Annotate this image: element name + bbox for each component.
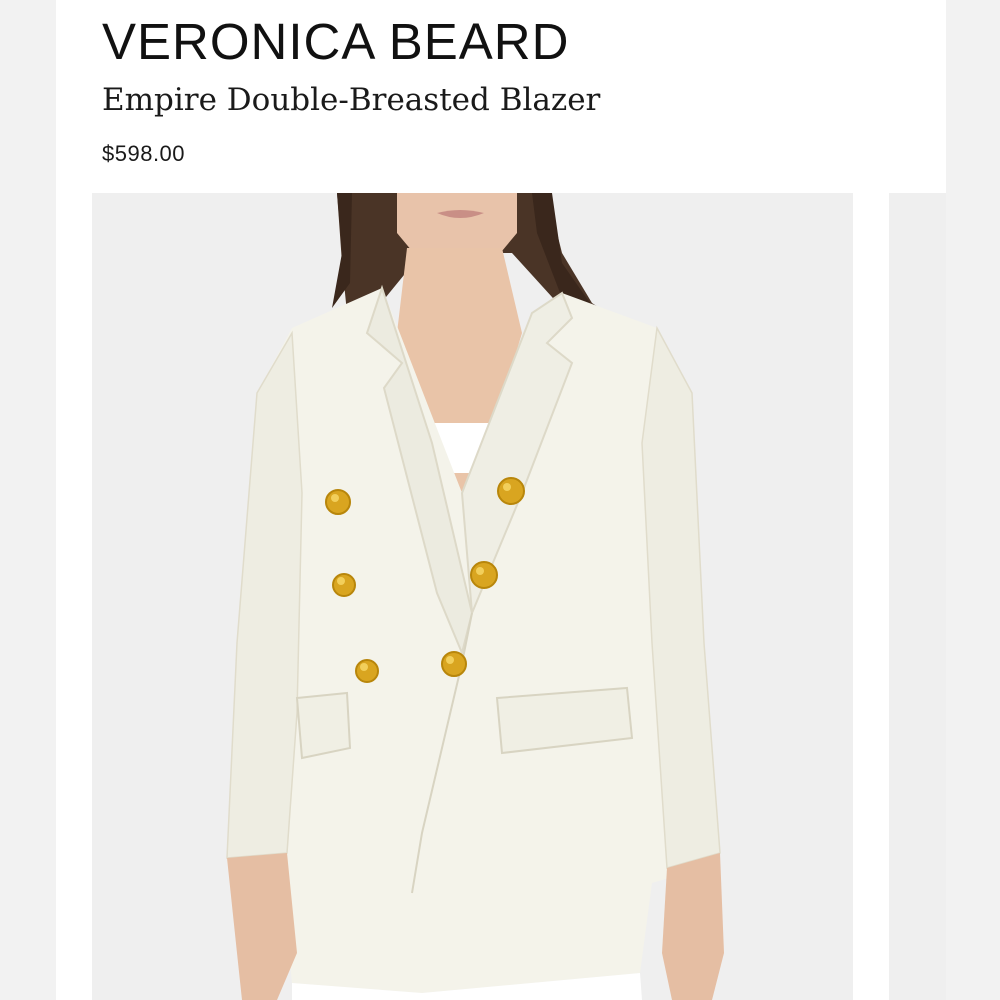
blazer-illustration bbox=[92, 193, 853, 1000]
next-product-image[interactable] bbox=[889, 193, 946, 1000]
previous-card-edge bbox=[0, 0, 56, 1000]
brand-name[interactable]: VERONICA BEARD bbox=[102, 12, 569, 72]
product-image[interactable] bbox=[92, 193, 853, 1000]
product-page: VERONICA BEARD Empire Double-Breasted Bl… bbox=[0, 0, 1000, 1000]
next-card-edge bbox=[946, 0, 1000, 1000]
product-price: $598.00 bbox=[102, 141, 186, 166]
product-title[interactable]: Empire Double-Breasted Blazer bbox=[102, 80, 600, 120]
